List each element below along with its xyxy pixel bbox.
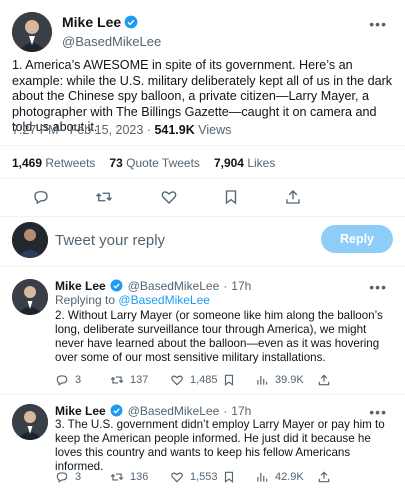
like-icon [170,470,184,484]
more-icon[interactable]: ••• [369,279,387,295]
divider [0,145,405,146]
share-icon [317,373,331,387]
reply-action[interactable]: 3 [55,373,81,387]
like-count: 1,485 [190,374,218,386]
share-icon[interactable] [284,188,302,206]
views-action[interactable]: 39.9K [255,373,304,387]
reply-button[interactable]: Reply [321,225,393,253]
share-action[interactable] [317,373,331,387]
bookmark-icon [222,470,236,484]
avatar [12,222,48,258]
tweet-meta: 7:27 PM · Feb 15, 2023 · 541.9K Views [12,123,231,137]
tweet-age[interactable]: 17h [231,404,251,418]
author-name-row[interactable]: Mike Lee [62,14,138,30]
retweet-count: 136 [130,471,149,483]
tweet-age[interactable]: 17h [231,279,251,293]
tweet-header: Mike Lee @BasedMikeLee · 17h [55,404,251,418]
retweets-stat[interactable]: 1,469 Retweets [12,156,95,170]
retweets-label: Retweets [45,156,96,170]
views-icon [255,373,269,387]
bookmark-action[interactable] [222,470,236,484]
quotes-label: Quote Tweets [126,156,200,170]
views-label: Views [198,123,232,137]
reply-input[interactable]: Tweet your reply [55,232,165,249]
tweet-header: Mike Lee @BasedMikeLee · 17h [55,279,251,293]
reply-count: 3 [75,471,82,483]
verified-badge-icon [110,404,124,418]
quotes-count: 73 [109,156,123,170]
reply-action[interactable]: 3 [55,470,81,484]
like-action[interactable]: 1,485 [170,373,218,387]
tweet-actions [0,188,405,212]
tweet-actions: 3 137 1,485 39.9K [55,373,395,389]
avatar[interactable] [12,12,52,52]
author-name[interactable]: Mike Lee [62,14,121,30]
divider [0,178,405,179]
retweet-icon [110,373,124,387]
tweet-timestamp[interactable]: 7:27 PM · Feb 15, 2023 · [12,123,154,137]
verified-badge-icon [124,15,138,29]
tweet-text: 2. Without Larry Mayer (or someone like … [55,309,383,364]
divider [0,216,405,217]
share-icon [317,470,331,484]
avatar[interactable] [12,404,48,440]
reply-icon[interactable] [32,188,50,206]
retweet-action[interactable]: 137 [110,373,148,387]
like-action[interactable]: 1,553 [170,470,218,484]
replying-prefix: Replying to [55,293,116,307]
likes-stat[interactable]: 7,904 Likes [214,156,275,170]
quotes-stat[interactable]: 73 Quote Tweets [109,156,200,170]
verified-badge-icon [110,279,124,293]
retweet-count: 137 [130,374,149,386]
retweets-count: 1,469 [12,156,43,170]
avatar[interactable] [12,279,48,315]
views-action[interactable]: 42.9K [255,470,304,484]
views-icon [255,470,269,484]
retweet-icon [110,470,124,484]
divider [0,394,405,395]
replying-to: Replying to @BasedMikeLee [55,293,210,307]
divider [0,266,405,267]
separator: · [223,279,228,293]
bookmark-icon[interactable] [222,188,240,206]
separator: · [223,404,228,418]
view-count: 39.9K [275,374,304,386]
retweet-action[interactable]: 136 [110,470,148,484]
reply-composer: Tweet your reply Reply [0,222,405,266]
main-tweet: Mike Lee @BasedMikeLee ••• 1. America’s … [0,0,405,260]
reply-icon [55,373,69,387]
more-icon[interactable]: ••• [369,16,387,32]
author-handle[interactable]: @BasedMikeLee [128,279,220,293]
likes-label: Likes [247,156,276,170]
like-icon [170,373,184,387]
bookmark-action[interactable] [222,373,236,387]
thread-tweet[interactable]: Mike Lee @BasedMikeLee · 17h ••• 3. The … [0,400,405,500]
tweet-text: 3. The U.S. government didn’t employ Lar… [55,418,385,473]
author-name[interactable]: Mike Lee [55,404,106,418]
author-name[interactable]: Mike Lee [55,279,106,293]
thread-tweet[interactable]: Mike Lee @BasedMikeLee · 17h ••• Replyin… [0,275,405,393]
bookmark-icon [222,373,236,387]
views-count: 541.9K [154,123,195,137]
author-handle[interactable]: @BasedMikeLee [128,404,220,418]
view-count: 42.9K [275,471,304,483]
replying-to-link[interactable]: @BasedMikeLee [118,293,210,307]
likes-count: 7,904 [213,156,244,170]
reply-icon [55,470,69,484]
engagement-stats: 1,469 Retweets 73 Quote Tweets 7,904 Lik… [12,156,275,170]
tweet-actions: 3 136 1,553 42.9K [55,470,395,486]
author-block: Mike Lee @BasedMikeLee [62,14,161,49]
like-icon[interactable] [160,188,178,206]
like-count: 1,553 [190,471,218,483]
author-handle[interactable]: @BasedMikeLee [62,34,161,49]
share-action[interactable] [317,470,331,484]
reply-count: 3 [75,374,82,386]
retweet-icon[interactable] [95,188,113,206]
